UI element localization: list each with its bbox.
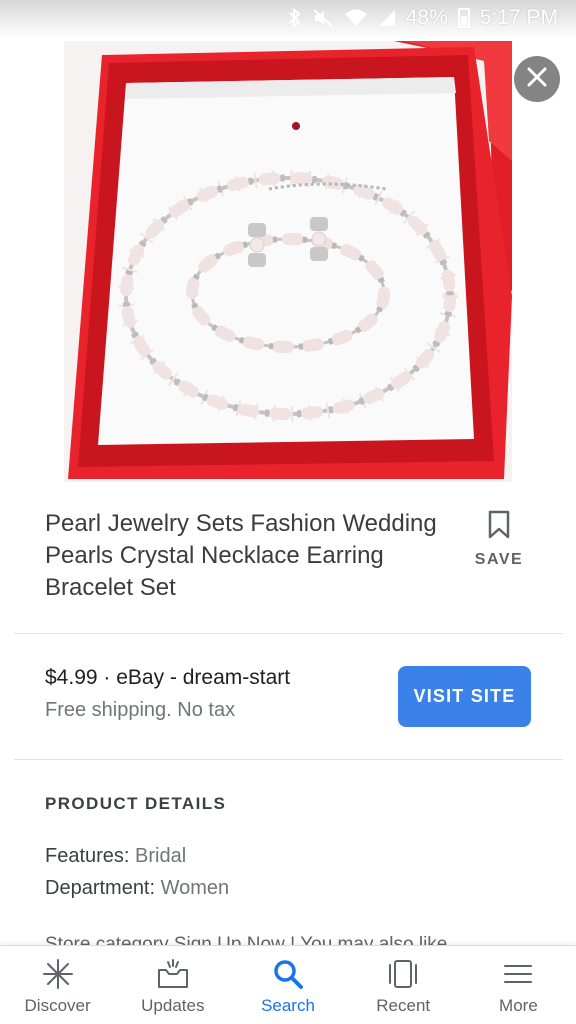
- asterisk-icon: [42, 958, 74, 990]
- nav-recent[interactable]: Recent: [346, 946, 461, 1024]
- bookmark-icon: [487, 510, 511, 545]
- clock: 5:17 PM: [479, 6, 558, 29]
- product-title: Pearl Jewelry Sets Fashion Wedding Pearl…: [45, 510, 437, 601]
- nav-label: Recent: [376, 996, 431, 1015]
- battery-percent: 48%: [405, 6, 448, 29]
- recent-icon: [386, 958, 420, 990]
- search-icon: [272, 958, 304, 990]
- close-icon: [526, 66, 548, 93]
- nav-updates[interactable]: Updates: [115, 946, 230, 1024]
- inbox-icon: [156, 958, 190, 990]
- signal-icon: [378, 9, 396, 27]
- nav-label: Search: [261, 996, 315, 1015]
- save-button[interactable]: SAVE: [472, 510, 526, 574]
- nav-label: More: [499, 996, 538, 1015]
- features-value: Bridal: [135, 845, 187, 867]
- detail-features: Features: Bridal: [45, 845, 186, 868]
- features-label: Features:: [45, 845, 130, 867]
- product-image[interactable]: [64, 41, 512, 482]
- visit-site-button[interactable]: VISIT SITE: [398, 666, 531, 727]
- nav-search[interactable]: Search: [230, 946, 345, 1024]
- department-label: Department:: [45, 877, 156, 899]
- status-icons: 48% 5:17 PM: [288, 6, 558, 30]
- mute-icon: [312, 8, 334, 28]
- save-label: SAVE: [474, 551, 524, 568]
- nav-label: Updates: [141, 996, 205, 1015]
- nav-label: Discover: [24, 996, 91, 1015]
- product-details-heading: PRODUCT DETAILS: [45, 794, 227, 813]
- divider: [14, 759, 563, 760]
- price-seller: $4.99 · eBay - dream-start: [45, 666, 291, 689]
- nav-discover[interactable]: Discover: [0, 946, 115, 1024]
- detail-department: Department: Women: [45, 877, 229, 900]
- bottom-navigation: Discover Updates Search Recent More: [0, 945, 576, 1024]
- wifi-icon: [344, 8, 368, 28]
- menu-icon: [502, 958, 534, 990]
- nav-more[interactable]: More: [461, 946, 576, 1024]
- close-button[interactable]: [514, 56, 560, 102]
- battery-icon: [457, 8, 470, 28]
- divider: [14, 633, 563, 634]
- department-value: Women: [160, 877, 230, 899]
- status-bar: 48% 5:17 PM: [0, 0, 576, 40]
- shipping-info: Free shipping. No tax: [45, 699, 236, 721]
- bluetooth-icon: [288, 8, 302, 28]
